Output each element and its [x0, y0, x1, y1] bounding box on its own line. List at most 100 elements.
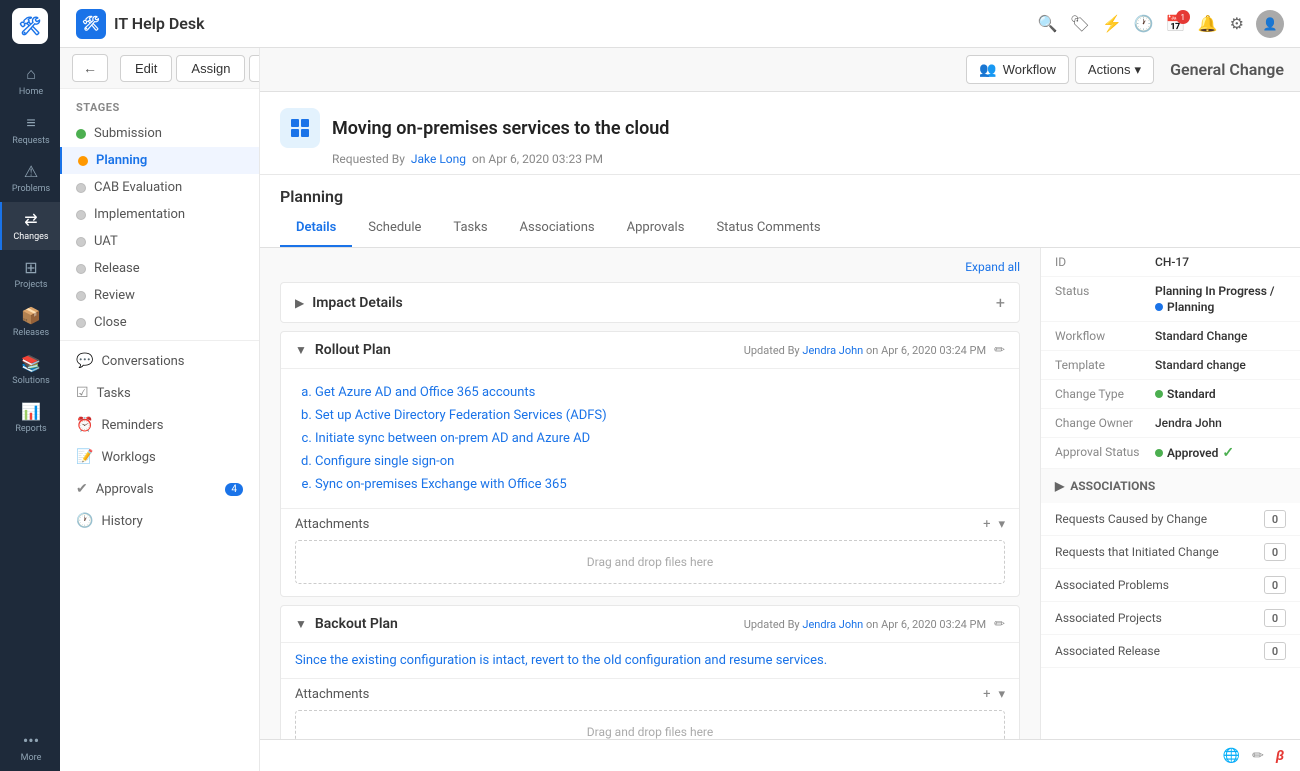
edit-button[interactable]: Edit — [120, 55, 172, 82]
assign-button[interactable]: Assign — [176, 55, 245, 82]
sidebar-item-more[interactable]: ••• More — [0, 723, 60, 771]
workflow-value: Standard Change — [1155, 329, 1286, 343]
history-icon: 🕐 — [76, 513, 93, 529]
tab-approvals[interactable]: Approvals — [611, 210, 701, 247]
rollout-item-3[interactable]: Configure single sign-on — [315, 454, 454, 469]
sidebar-item-projects[interactable]: ⊞ Projects — [0, 250, 60, 298]
workflow-button[interactable]: 👥 Workflow — [966, 55, 1069, 84]
sidebar-item-solutions[interactable]: 📚 Solutions — [0, 346, 60, 394]
backout-drag-drop-zone[interactable]: Drag and drop files here — [295, 710, 1005, 739]
stage-submission[interactable]: Submission — [60, 120, 259, 147]
stage-cab-evaluation[interactable]: CAB Evaluation — [60, 174, 259, 201]
stage-dot-uat — [76, 237, 86, 247]
rollout-edit-icon[interactable]: ✏ — [994, 343, 1005, 358]
backout-attach-actions: + ▾ — [983, 687, 1005, 702]
projects-icon: ⊞ — [24, 258, 37, 277]
stage-implementation[interactable]: Implementation — [60, 201, 259, 228]
stage-review[interactable]: Review — [60, 282, 259, 309]
sidebar-tasks[interactable]: ☑ Tasks — [60, 377, 259, 409]
right-panel: ID CH-17 Status Planning In Progress / P… — [1040, 248, 1300, 739]
bell-icon[interactable]: 🔔 — [1198, 14, 1218, 33]
sidebar-history[interactable]: 🕐 History — [60, 505, 259, 537]
rollout-meta: Updated By Jendra John on Apr 6, 2020 03… — [744, 344, 986, 357]
stage-close[interactable]: Close — [60, 309, 259, 336]
rollout-item-0[interactable]: Get Azure AD and Office 365 accounts — [315, 385, 535, 400]
translate-icon[interactable]: 🌐 — [1223, 748, 1240, 764]
sidebar-worklogs[interactable]: 📝 Worklogs — [60, 441, 259, 473]
backout-updater-link[interactable]: Jendra John — [802, 618, 863, 631]
change-type-text: Standard — [1167, 387, 1216, 401]
attach-plus-icon[interactable]: + — [983, 517, 990, 532]
sidebar-item-problems[interactable]: ⚠ Problems — [0, 154, 60, 202]
impact-chevron-icon: ▶ — [295, 296, 304, 310]
tab-details[interactable]: Details — [280, 210, 352, 247]
associations-title: ASSOCIATIONS — [1070, 479, 1155, 493]
rollout-item-4[interactable]: Sync on-premises Exchange with Office 36… — [315, 477, 567, 492]
close-button[interactable]: Close — [249, 55, 260, 82]
list-item: Sync on-premises Exchange with Office 36… — [315, 473, 1005, 496]
backout-attach-chevron-icon[interactable]: ▾ — [998, 687, 1005, 702]
assoc-row-3: Associated Projects 0 — [1041, 602, 1300, 635]
stages-section-title: Stages — [60, 89, 259, 120]
tab-schedule[interactable]: Schedule — [352, 210, 437, 247]
backout-attachments-label: Attachments — [295, 687, 369, 702]
backout-edit-icon[interactable]: ✏ — [994, 617, 1005, 632]
releases-icon: 📦 — [21, 306, 41, 325]
info-row-change-owner: Change Owner Jendra John — [1041, 409, 1300, 438]
rollout-plan-header[interactable]: ▼ Rollout Plan Updated By Jendra John on… — [281, 332, 1019, 369]
notification-badge[interactable]: 📅 1 — [1166, 14, 1186, 33]
stage-planning[interactable]: Planning — [60, 147, 259, 174]
sidebar-item-changes[interactable]: ⇄ Changes — [0, 202, 60, 250]
rollout-item-1[interactable]: Set up Active Directory Federation Servi… — [315, 408, 607, 423]
assoc-count-4: 0 — [1264, 642, 1286, 660]
timer-icon[interactable]: 🕐 — [1134, 14, 1154, 33]
reports-icon: 📊 — [21, 402, 41, 421]
user-avatar[interactable]: 👤 — [1256, 10, 1284, 38]
tab-tasks[interactable]: Tasks — [437, 210, 503, 247]
stage-label-uat: UAT — [94, 234, 118, 249]
lightning-icon[interactable]: ⚡ — [1102, 14, 1122, 33]
sidebar-item-reports[interactable]: 📊 Reports — [0, 394, 60, 442]
tab-status-comments[interactable]: Status Comments — [700, 210, 836, 247]
backout-plan-header[interactable]: ▼ Backout Plan Updated By Jendra John on… — [281, 606, 1019, 643]
status-dot — [1155, 303, 1163, 311]
expand-all-button[interactable]: Expand all — [280, 260, 1020, 274]
rollout-plan-section: ▼ Rollout Plan Updated By Jendra John on… — [280, 331, 1020, 597]
impact-add-button[interactable]: + — [996, 293, 1005, 312]
stage-release[interactable]: Release — [60, 255, 259, 282]
sidebar-reminders[interactable]: ⏰ Reminders — [60, 409, 259, 441]
settings-icon[interactable]: ⚙ — [1230, 14, 1244, 33]
actions-button[interactable]: Actions ▾ — [1075, 56, 1154, 84]
back-button[interactable]: ← — [72, 54, 108, 82]
rollout-item-2[interactable]: Initiate sync between on-prem AD and Azu… — [315, 431, 590, 446]
attach-chevron-icon[interactable]: ▾ — [998, 517, 1005, 532]
associations-header[interactable]: ▶ ASSOCIATIONS — [1041, 469, 1300, 503]
list-item: Configure single sign-on — [315, 450, 1005, 473]
sidebar-item-releases[interactable]: 📦 Releases — [0, 298, 60, 346]
impact-details-header[interactable]: ▶ Impact Details + — [281, 283, 1019, 322]
status-sub: Planning — [1167, 300, 1214, 314]
rollout-updater-link[interactable]: Jendra John — [802, 344, 863, 357]
tags-icon[interactable]: 🏷 — [1070, 14, 1090, 33]
sidebar-approvals[interactable]: ✔ Approvals 4 — [60, 473, 259, 505]
sidebar-conversations[interactable]: 💬 Conversations — [60, 345, 259, 377]
search-icon[interactable]: 🔍 — [1038, 14, 1058, 33]
sidebar-item-requests[interactable]: ≡ Requests — [0, 105, 60, 154]
record-subtitle: Requested By Jake Long on Apr 6, 2020 03… — [332, 152, 1280, 166]
approval-text: Approved — [1167, 446, 1218, 460]
sidebar-item-home[interactable]: ⌂ Home — [0, 56, 60, 105]
rollout-drag-drop-zone[interactable]: Drag and drop files here — [295, 540, 1005, 584]
change-owner-label: Change Owner — [1055, 416, 1155, 430]
main-content: 👥 Workflow Actions ▾ General Change Movi… — [260, 48, 1300, 771]
requester-link[interactable]: Jake Long — [411, 152, 466, 166]
tasks-icon: ☑ — [76, 385, 89, 401]
assoc-label-0: Requests Caused by Change — [1055, 512, 1207, 526]
stage-label-submission: Submission — [94, 126, 162, 141]
tab-associations[interactable]: Associations — [504, 210, 611, 247]
bottom-edit-icon[interactable]: ✏ — [1252, 748, 1264, 764]
backout-attach-plus-icon[interactable]: + — [983, 687, 990, 702]
approvals-badge: 4 — [225, 483, 243, 496]
reminders-icon: ⏰ — [76, 417, 93, 433]
stage-uat[interactable]: UAT — [60, 228, 259, 255]
change-owner-value: Jendra John — [1155, 416, 1286, 430]
